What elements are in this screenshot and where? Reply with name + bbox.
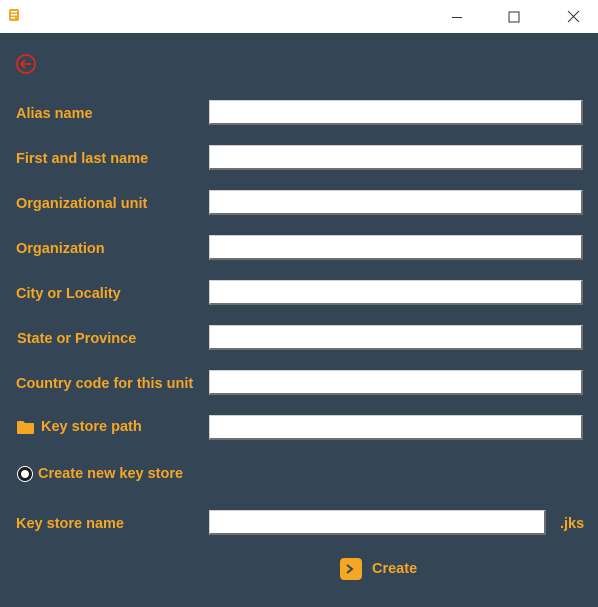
organization-input[interactable] xyxy=(209,235,583,260)
organizational-unit-input[interactable] xyxy=(209,190,583,215)
close-icon xyxy=(567,10,579,23)
organization-label: Organization xyxy=(16,241,105,257)
key-store-path-label: Key store path xyxy=(41,419,142,435)
key-store-name-label: Key store name xyxy=(16,516,124,532)
city-locality-input[interactable] xyxy=(209,280,583,305)
key-store-name-input[interactable] xyxy=(209,510,546,535)
minimize-button[interactable] xyxy=(434,0,480,33)
title-bar xyxy=(0,0,598,33)
organizational-unit-label: Organizational unit xyxy=(16,196,148,212)
maximize-icon xyxy=(508,11,520,22)
arrow-left-circle-icon[interactable] xyxy=(15,53,37,75)
alias-name-label: Alias name xyxy=(16,106,93,122)
close-button[interactable] xyxy=(550,0,596,33)
state-province-label: State or Province xyxy=(17,331,137,347)
create-button-label: Create xyxy=(372,561,418,577)
create-button[interactable]: Create xyxy=(340,558,417,580)
keystore-window: Alias name First and last name Organizat… xyxy=(0,0,598,607)
key-store-path-button[interactable]: Key store path xyxy=(16,419,142,435)
jks-extension-label: .jks xyxy=(560,516,585,532)
folder-icon xyxy=(17,421,34,434)
create-new-key-store-radio[interactable]: Create new key store xyxy=(18,466,183,482)
first-last-name-input[interactable] xyxy=(209,145,583,170)
alias-name-input[interactable] xyxy=(209,100,583,125)
city-locality-label: City or Locality xyxy=(16,286,121,302)
minimize-icon xyxy=(452,16,462,18)
create-new-key-store-label: Create new key store xyxy=(38,466,184,482)
country-code-input[interactable] xyxy=(209,370,583,395)
radio-selected-icon xyxy=(18,467,32,481)
first-last-name-label: First and last name xyxy=(16,151,149,167)
terminal-prompt-icon xyxy=(340,558,362,580)
maximize-button[interactable] xyxy=(491,0,537,33)
country-code-label: Country code for this unit xyxy=(16,376,194,392)
state-province-input[interactable] xyxy=(209,325,583,350)
key-store-path-input[interactable] xyxy=(209,415,583,440)
scroll-icon xyxy=(9,9,19,21)
